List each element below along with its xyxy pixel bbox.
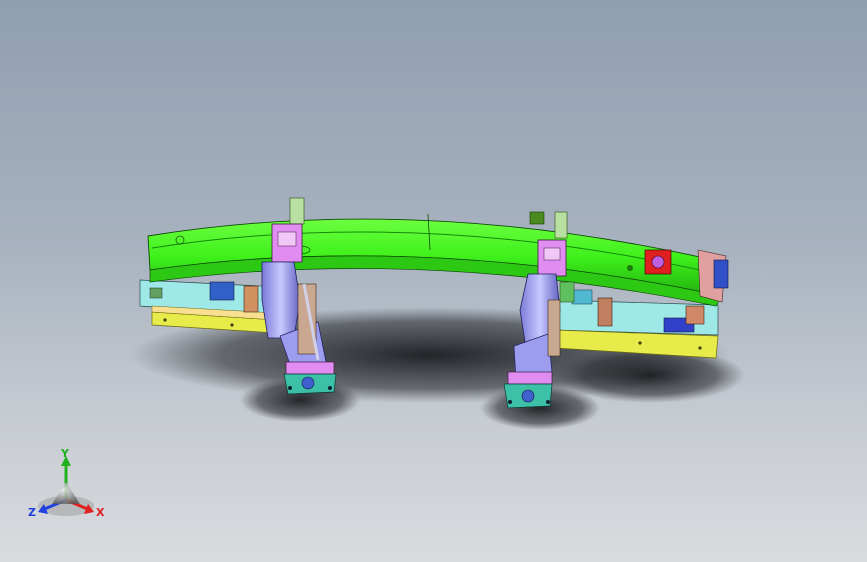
left-mount-foot[interactable] bbox=[283, 361, 337, 395]
reference-triad: Y X Z bbox=[28, 447, 105, 519]
y-axis-label: Y bbox=[60, 447, 70, 460]
x-axis-label: X bbox=[96, 506, 105, 519]
triad-origin-cone bbox=[52, 482, 80, 504]
right-mount-foot[interactable] bbox=[503, 371, 553, 409]
fixture-model[interactable] bbox=[0, 0, 867, 562]
z-axis-label: Z bbox=[28, 506, 36, 519]
graphics-viewport[interactable]: Y X Z bbox=[0, 0, 867, 562]
